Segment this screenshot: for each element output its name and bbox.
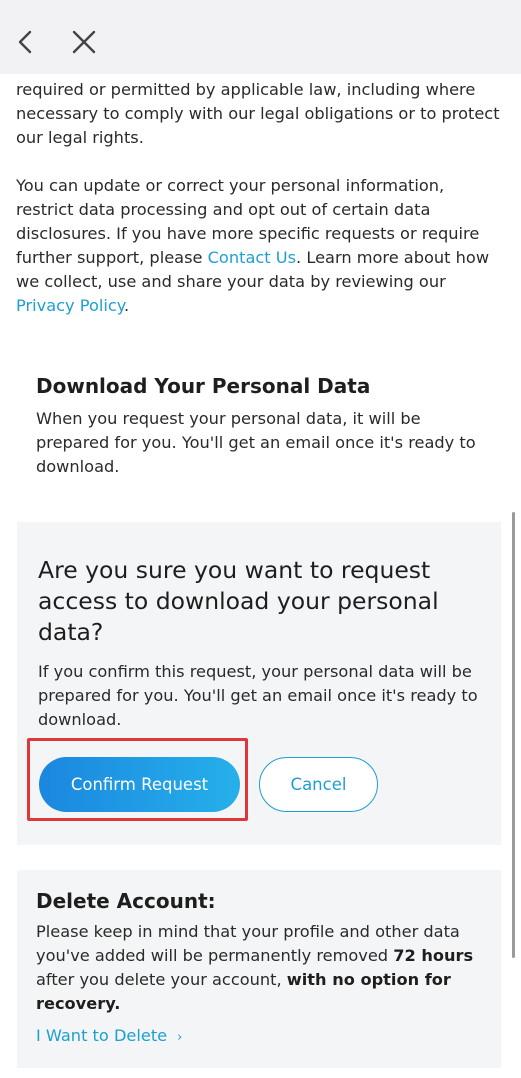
scroll-content[interactable]: required or permitted by applicable law,…: [0, 74, 521, 1078]
close-button[interactable]: [67, 25, 101, 59]
delete-hours: 72 hours: [393, 946, 474, 965]
privacy-policy-link[interactable]: Privacy Policy: [16, 296, 124, 315]
close-icon: [72, 30, 96, 54]
i-want-to-delete-link[interactable]: I Want to Delete ›: [36, 1026, 182, 1045]
contact-us-link[interactable]: Contact Us: [208, 248, 296, 267]
intro-text: .: [124, 296, 130, 315]
chevron-right-icon: ›: [177, 1030, 183, 1045]
confirm-question: Are you sure you want to request access …: [38, 556, 439, 646]
confirm-request-button[interactable]: Confirm Request: [39, 757, 240, 812]
download-data-title: Download Your Personal Data: [36, 374, 371, 398]
cancel-button[interactable]: Cancel: [259, 757, 378, 812]
delete-account-description: Please keep in mind that your profile an…: [36, 920, 486, 1016]
delete-account-card: Delete Account: Please keep in mind that…: [17, 870, 501, 1068]
scrollbar[interactable]: [512, 512, 515, 958]
download-data-description: When you request your personal data, it …: [36, 409, 476, 476]
confirm-description: If you confirm this request, your person…: [38, 662, 478, 729]
intro-paragraph-2: You can update or correct your personal …: [16, 174, 506, 318]
back-button[interactable]: [10, 25, 44, 59]
intro-paragraph-1: required or permitted by applicable law,…: [16, 80, 500, 147]
delete-account-title: Delete Account:: [36, 889, 216, 913]
delete-link-label: I Want to Delete: [36, 1026, 168, 1045]
confirm-request-card: Are you sure you want to request access …: [17, 522, 501, 845]
chevron-left-icon: [18, 30, 32, 54]
delete-text: after you delete your account,: [36, 970, 287, 989]
top-bar: [0, 0, 521, 74]
